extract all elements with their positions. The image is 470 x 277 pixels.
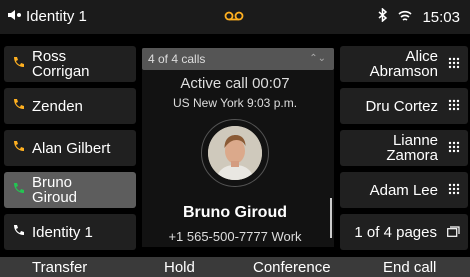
conference-button[interactable]: Conference <box>253 259 331 276</box>
line-key-dru-cortez[interactable]: Dru Cortez <box>340 88 468 124</box>
status-left: Identity 1 <box>8 8 87 25</box>
dialpad-icon <box>448 141 460 156</box>
line-key-label: Dru Cortez <box>365 97 438 115</box>
line-key-bruno-giroud[interactable]: Bruno Giroud <box>4 172 136 208</box>
line-key-lianne-zamora[interactable]: Lianne Zamora <box>340 130 468 166</box>
transfer-button[interactable]: Transfer <box>32 259 87 276</box>
softkey-bar: Transfer Hold Conference End call <box>0 257 470 277</box>
dialpad-icon <box>448 183 460 198</box>
status-bar: Identity 1 15:03 <box>0 0 470 34</box>
line-key-ross-corrigan[interactable]: Ross Corrigan <box>4 46 136 82</box>
line-key-alan-gilbert[interactable]: Alan Gilbert <box>4 130 136 166</box>
line-key-label: Ross Corrigan <box>32 48 90 80</box>
wifi-icon <box>398 9 412 26</box>
caller-location-time: US New York 9:03 p.m. <box>172 96 298 110</box>
hold-button[interactable]: Hold <box>164 259 195 276</box>
line-key-label: Adam Lee <box>369 181 438 199</box>
chevron-up-down-icon: ⌃⌄ <box>309 53 326 64</box>
phone-handset-icon <box>12 98 32 115</box>
dialpad-icon <box>448 99 460 114</box>
voicemail-icon <box>224 9 244 26</box>
page-indicator: 1 of 4 pages <box>354 223 437 241</box>
bluetooth-icon <box>378 7 388 26</box>
phone-handset-icon <box>12 224 32 241</box>
line-key-alice-abramson[interactable]: Alice Abramson <box>340 46 468 82</box>
line-label: Identity 1 <box>26 8 87 25</box>
speaker-out-icon <box>8 8 22 25</box>
phone-handset-icon <box>12 56 32 73</box>
calls-count: 4 of 4 calls <box>148 52 206 66</box>
page-indicator-key[interactable]: 1 of 4 pages <box>340 214 468 250</box>
scrollbar[interactable] <box>330 198 332 238</box>
line-key-label: Identity 1 <box>32 223 93 241</box>
calls-count-bar[interactable]: 4 of 4 calls ⌃⌄ <box>142 48 334 70</box>
caller-name: Bruno Giroud <box>183 204 287 221</box>
line-key-adam-lee[interactable]: Adam Lee <box>340 172 468 208</box>
call-panel: 4 of 4 calls ⌃⌄ Active call 00:07 US New… <box>142 48 334 247</box>
line-key-label: Zenden <box>32 97 83 115</box>
line-key-label: Bruno Giroud <box>32 174 78 206</box>
line-key-zenden[interactable]: Zenden <box>4 88 136 124</box>
line-key-label: Alan Gilbert <box>32 139 111 157</box>
phone-handset-icon <box>12 182 32 199</box>
phone-handset-icon <box>12 140 32 157</box>
line-key-label: Lianne Zamora <box>386 132 438 164</box>
active-call-timer: Active call 00:07 <box>180 75 290 92</box>
caller-number: +1 565-500-7777 Work <box>168 229 302 244</box>
line-key-label: Alice Abramson <box>369 48 438 80</box>
dialpad-icon <box>448 57 460 72</box>
avatar <box>208 126 262 180</box>
pages-icon <box>447 225 460 240</box>
clock: 15:03 <box>422 8 460 26</box>
line-key-identity-1[interactable]: Identity 1 <box>4 214 136 250</box>
status-right: 15:03 <box>378 7 460 26</box>
end-call-button[interactable]: End call <box>383 259 436 276</box>
